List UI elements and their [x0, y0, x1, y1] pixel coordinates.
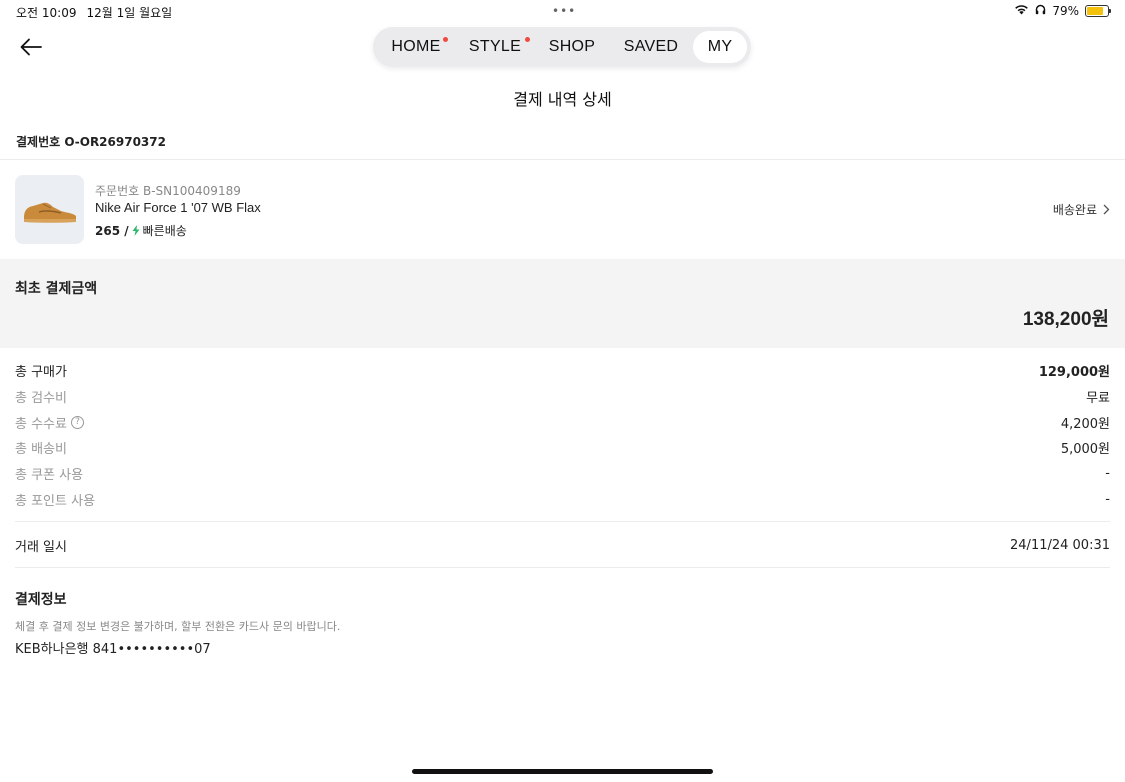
product-meta: 265 / 빠른배송 [95, 222, 187, 239]
row-label: 총 수수료 [15, 416, 67, 432]
row-label: 총 검수비 [15, 390, 67, 406]
delivery-status: 배송완료 [1052, 203, 1097, 217]
breakdown-row: 총 쿠폰 사용 - [15, 463, 1110, 483]
row-value: 무료 [1086, 390, 1110, 406]
row-value: 129,000원 [1038, 364, 1110, 380]
home-indicator[interactable] [412, 769, 713, 774]
product-thumbnail [15, 175, 84, 244]
breakdown-row: 총 수수료 ? 4,200원 [15, 412, 1110, 432]
tab-label: SHOP [548, 38, 596, 55]
status-bar: 오전 10:09 12월 1일 월요일 ••• 79% [0, 0, 1125, 24]
wifi-icon [1014, 4, 1029, 18]
help-icon[interactable]: ? [70, 415, 84, 429]
back-button[interactable] [16, 32, 46, 62]
tab-home[interactable]: HOME [377, 31, 455, 63]
row-label: 총 배송비 [15, 441, 67, 457]
tab-saved[interactable]: SAVED [609, 31, 693, 63]
row-value: 5,000원 [1060, 441, 1110, 457]
payment-summary: 최초 결제금액 138,200원 [0, 259, 1125, 348]
status-datetime: 오전 10:09 12월 1일 월요일 [16, 4, 172, 21]
tab-label: STYLE [468, 38, 522, 55]
notification-dot [443, 37, 448, 42]
sneaker-icon [23, 202, 76, 223]
breakdown-row: 총 구매가 129,000원 [15, 360, 1110, 380]
battery-percent: 79% [1052, 4, 1079, 18]
order-product-row[interactable]: 주문번호 B-SN100409189 Nike Air Force 1 '07 … [0, 160, 1125, 259]
product-size: 265 / [95, 223, 129, 238]
summary-label: 최초 결제금액 [15, 281, 98, 297]
shipping-type: 빠른배송 [142, 224, 187, 238]
tab-label: MY [707, 38, 733, 55]
tab-shop[interactable]: SHOP [535, 31, 609, 63]
row-label-with-help: 총 수수료 ? [15, 413, 84, 432]
payment-number: 결제번호 O-OR26970372 [16, 135, 166, 149]
chevron-right-icon [1103, 204, 1110, 215]
transaction-row: 거래 일시 24/11/24 00:31 [15, 535, 1110, 555]
row-label: 총 포인트 사용 [15, 493, 96, 509]
tab-label: HOME [391, 38, 441, 55]
delivery-status-link[interactable]: 배송완료 [1053, 201, 1110, 218]
page-title: 결제 내역 상세 [513, 90, 612, 109]
top-nav: HOME STYLE SHOP SAVED MY [373, 27, 751, 67]
tab-style[interactable]: STYLE [455, 31, 535, 63]
payment-info-title: 결제정보 [15, 592, 67, 608]
lightning-icon [132, 225, 140, 236]
divider [15, 521, 1110, 522]
row-value: - [1105, 465, 1110, 481]
status-time: 오전 10:09 [16, 6, 77, 20]
transaction-label: 거래 일시 [15, 539, 67, 555]
row-value: 4,200원 [1060, 416, 1110, 432]
status-date: 12월 1일 월요일 [86, 6, 173, 20]
row-label: 총 구매가 [15, 364, 67, 380]
summary-amount: 138,200원 [1022, 309, 1109, 330]
divider [15, 567, 1110, 568]
order-number: 주문번호 B-SN100409189 [95, 184, 241, 198]
status-indicators: 79% [1014, 4, 1111, 18]
notification-dot [525, 37, 530, 42]
tab-label: SAVED [623, 38, 679, 55]
row-value: - [1105, 491, 1110, 507]
battery-fill [1087, 7, 1103, 15]
transaction-date: 24/11/24 00:31 [1010, 537, 1110, 553]
row-label: 총 쿠폰 사용 [15, 467, 84, 483]
payment-info-note: 체결 후 결제 정보 변경은 불가하며, 할부 전환은 카드사 문의 바랍니다. [15, 620, 341, 633]
product-name: Nike Air Force 1 '07 WB Flax [95, 200, 261, 215]
arrow-left-icon [20, 38, 42, 56]
headphones-icon [1035, 4, 1046, 18]
payment-account: KEB하나은행 841••••••••••07 [15, 642, 211, 657]
breakdown-row: 총 배송비 5,000원 [15, 437, 1110, 457]
tab-my[interactable]: MY [693, 31, 747, 63]
breakdown-row: 총 포인트 사용 - [15, 489, 1110, 509]
multitask-dots-icon[interactable]: ••• [552, 4, 576, 18]
breakdown-row: 총 검수비 무료 [15, 386, 1110, 406]
battery-icon [1085, 5, 1111, 17]
